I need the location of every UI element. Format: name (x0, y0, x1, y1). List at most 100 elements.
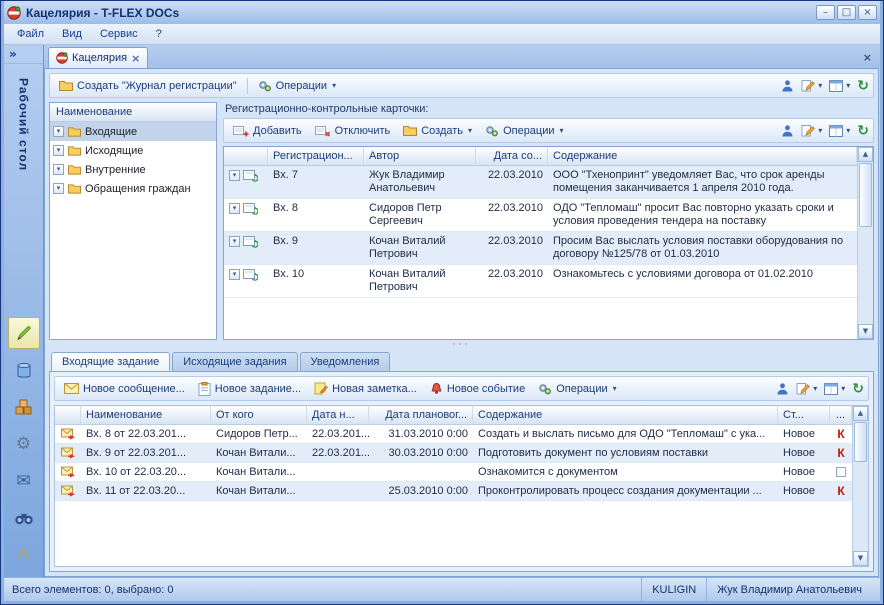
new-note-button[interactable]: Новая заметка... (309, 380, 422, 397)
detach-button[interactable]: Отключить (310, 122, 396, 140)
cards-operations-button[interactable]: Операции ▾ (480, 122, 568, 140)
task-row[interactable]: Вх. 9 от 22.03.201... Кочан Витали... 22… (55, 444, 852, 463)
sidebar-item-warnings[interactable]: ⚠ (8, 539, 40, 571)
task-row[interactable]: Вх. 8 от 22.03.201... Сидоров Петр... 22… (55, 425, 852, 444)
scroll-thumb[interactable] (854, 422, 867, 462)
tasks-operations-button[interactable]: Операции ▾ (533, 380, 621, 398)
create-journal-button[interactable]: Создать "Журнал регистрации" (54, 78, 242, 94)
task-checkbox[interactable] (836, 467, 846, 477)
task-row[interactable]: Вх. 10 от 22.03.20... Кочан Витали... Оз… (55, 463, 852, 482)
scroll-up-icon[interactable]: ▲ (853, 406, 868, 421)
tree-item-citizen-appeals[interactable]: ▾ Обращения граждан (50, 179, 216, 198)
title-bar: Кацелярия - T-FLEX DOCs – □ × (4, 1, 880, 24)
tasks-scrollbar[interactable]: ▲ ▼ (852, 406, 868, 566)
card-row[interactable]: ▾ Вх. 9 Кочан Виталий Петрович 22.03.201… (224, 232, 857, 265)
row-expander-icon[interactable]: ▾ (229, 269, 240, 280)
chevron-down-icon: ▾ (468, 126, 472, 135)
scroll-thumb[interactable] (859, 163, 872, 227)
gears-icon (538, 382, 552, 396)
row-expander-icon[interactable]: ▾ (229, 170, 240, 181)
new-event-button[interactable]: Новое событие (425, 380, 530, 397)
edit-form-button[interactable]: ▾ (801, 124, 822, 137)
tab-close-icon[interactable]: × (131, 52, 140, 65)
menu-file[interactable]: Файл (8, 25, 53, 43)
scroll-down-icon[interactable]: ▼ (858, 324, 873, 339)
card-icon (243, 170, 258, 182)
user-permissions-button[interactable] (781, 124, 794, 137)
tab-incoming-tasks[interactable]: Входящие задание (51, 352, 170, 371)
horizontal-splitter[interactable]: ··· (49, 340, 874, 350)
edit-form-button[interactable]: ▾ (796, 382, 817, 395)
cards-scrollbar[interactable]: ▲ ▼ (857, 147, 873, 339)
tab-notifications[interactable]: Уведомления (300, 352, 391, 371)
column-header-name[interactable]: Наименование (81, 406, 211, 424)
tab-kancelyariya[interactable]: Кацелярия × (48, 47, 148, 68)
envelope-icon (64, 383, 79, 394)
card-row[interactable]: ▾ Вх. 10 Кочан Виталий Петрович 22.03.20… (224, 265, 857, 298)
view-layout-button[interactable]: ▾ (829, 80, 850, 92)
new-message-button[interactable]: Новое сообщение... (59, 381, 190, 397)
create-button[interactable]: Создать ▾ (398, 123, 477, 139)
menu-service[interactable]: Сервис (91, 25, 147, 43)
tree-column-header[interactable]: Наименование (50, 103, 216, 122)
card-date: 22.03.2010 (476, 265, 548, 297)
tabstrip-close-icon[interactable]: × (861, 51, 874, 64)
column-header-registration[interactable]: Регистрацион... (268, 147, 364, 165)
card-icon (243, 236, 258, 248)
tree-item-internal[interactable]: ▾ Внутренние (50, 160, 216, 179)
column-header-status[interactable]: Ст... (778, 406, 830, 424)
sidebar-item-database[interactable] (8, 354, 40, 386)
column-header-from[interactable]: От кого (211, 406, 307, 424)
scroll-down-icon[interactable]: ▼ (853, 551, 868, 566)
minimize-button[interactable]: – (816, 5, 835, 20)
expander-icon[interactable]: ▾ (53, 126, 64, 137)
close-button[interactable]: × (858, 5, 877, 20)
sidebar-item-settings[interactable]: ⚙ (8, 428, 40, 460)
user-permissions-button[interactable] (781, 79, 794, 92)
sidebar-collapse-button[interactable]: » (4, 45, 43, 64)
refresh-button[interactable]: ↻ (857, 124, 869, 138)
refresh-button[interactable]: ↻ (857, 79, 869, 93)
new-task-button[interactable]: Новое задание... (193, 380, 306, 398)
tab-outgoing-tasks[interactable]: Исходящие задания (172, 352, 297, 371)
chevron-down-icon: ▾ (846, 126, 850, 135)
chevron-down-icon: ▾ (818, 81, 822, 90)
refresh-button[interactable]: ↻ (852, 382, 864, 396)
tree-item-outgoing[interactable]: ▾ Исходящие (50, 141, 216, 160)
edit-form-button[interactable]: ▾ (801, 79, 822, 92)
cards-caption: Регистрационно-контрольные карточки: (223, 102, 874, 118)
tasks-toolbar: Новое сообщение... Новое задание... Нова… (54, 376, 869, 401)
column-header-content[interactable]: Содержание (473, 406, 778, 424)
task-row[interactable]: Вх. 11 от 22.03.20... Кочан Витали... 25… (55, 482, 852, 501)
expander-icon[interactable]: ▾ (53, 183, 64, 194)
view-layout-button[interactable]: ▾ (824, 383, 845, 395)
column-header-content[interactable]: Содержание (548, 147, 857, 165)
column-header-start-date[interactable]: Дата н... (307, 406, 369, 424)
expander-icon[interactable]: ▾ (53, 145, 64, 156)
card-registration: Вх. 10 (268, 265, 364, 297)
column-header-more[interactable]: ... (830, 406, 852, 424)
column-header-plan-date[interactable]: Дата плановог... (369, 406, 473, 424)
add-button[interactable]: Добавить (228, 122, 307, 140)
row-expander-icon[interactable]: ▾ (229, 203, 240, 214)
menu-help[interactable]: ? (147, 25, 171, 43)
column-header-date[interactable]: Дата со... (476, 147, 548, 165)
scroll-up-icon[interactable]: ▲ (858, 147, 873, 162)
user-permissions-button[interactable] (776, 382, 789, 395)
task-from: Кочан Витали... (211, 463, 307, 481)
operations-button[interactable]: Операции ▾ (253, 77, 341, 95)
maximize-button[interactable]: □ (837, 5, 856, 20)
view-layout-button[interactable]: ▾ (829, 125, 850, 137)
sidebar-item-clerical[interactable] (8, 317, 40, 349)
row-expander-icon[interactable]: ▾ (229, 236, 240, 247)
column-header-author[interactable]: Автор (364, 147, 476, 165)
menu-view[interactable]: Вид (53, 25, 91, 43)
tree-item-incoming[interactable]: ▾ Входящие (50, 122, 216, 141)
sidebar-item-search[interactable] (8, 502, 40, 534)
tree-item-label: Входящие (85, 126, 137, 138)
card-row[interactable]: ▾ Вх. 7 Жук Владимир Анатольевич 22.03.2… (224, 166, 857, 199)
card-row[interactable]: ▾ Вх. 8 Сидоров Петр Сергеевич 22.03.201… (224, 199, 857, 232)
sidebar-item-mail[interactable]: ✉ (8, 465, 40, 497)
sidebar-item-archive[interactable] (8, 391, 40, 423)
expander-icon[interactable]: ▾ (53, 164, 64, 175)
